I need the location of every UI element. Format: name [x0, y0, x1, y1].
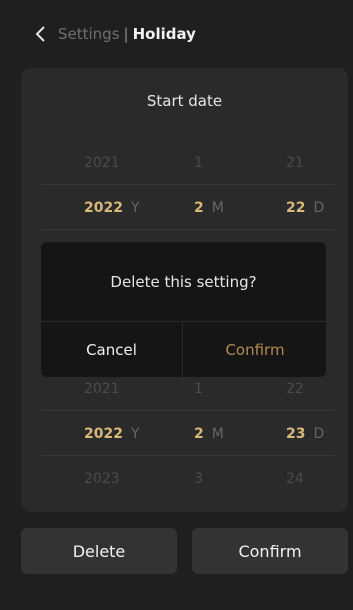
end-year-value: 2022 [84, 426, 123, 442]
confirm-button[interactable]: Confirm [192, 528, 348, 574]
dialog-message: Delete this setting? [41, 242, 326, 322]
start-day-selected: 22 D [286, 185, 324, 231]
end-next-year: 2023 [84, 471, 120, 487]
end-month-value: 2 [194, 426, 204, 442]
start-date-title: Start date [146, 92, 223, 110]
start-month-unit: M [211, 200, 224, 216]
end-day-unit: D [313, 426, 325, 442]
start-prev-year: 2021 [84, 155, 120, 171]
end-next-month: 3 [194, 471, 203, 487]
end-day-value: 23 [286, 426, 306, 442]
end-year-selected: 2022 Y [84, 411, 140, 457]
dialog-confirm-button[interactable]: Confirm [184, 322, 326, 377]
end-month-unit: M [211, 426, 224, 442]
chevron-left-icon[interactable] [34, 25, 48, 43]
end-next-day: 24 [286, 471, 304, 487]
start-row-selected[interactable]: 2022 Y 2M 22 D [42, 184, 334, 230]
start-year-selected: 2022 Y [84, 185, 140, 231]
header-bar: Settings | Holiday [0, 0, 353, 68]
start-row-prev[interactable]: 2021 1 21 [42, 140, 334, 186]
start-prev-month: 1 [194, 155, 203, 171]
dialog-cancel-button[interactable]: Cancel [41, 322, 183, 377]
end-row-next[interactable]: 2023 3 24 [42, 456, 334, 502]
delete-button[interactable]: Delete [21, 528, 177, 574]
page-title: Holiday [132, 25, 196, 43]
end-row-selected[interactable]: 2022 Y 2M 23 D [42, 410, 334, 456]
start-year-unit: Y [130, 200, 140, 216]
breadcrumb-settings[interactable]: Settings [58, 25, 120, 43]
start-prev-day: 21 [286, 155, 304, 171]
delete-confirm-dialog: Delete this setting? Cancel Confirm [41, 242, 326, 377]
start-month-value: 2 [194, 200, 204, 216]
breadcrumb-separator: | [123, 25, 129, 43]
end-year-unit: Y [130, 426, 140, 442]
start-day-unit: D [313, 200, 325, 216]
start-month-selected: 2M [194, 185, 224, 231]
end-month-selected: 2M [194, 411, 224, 457]
start-day-value: 22 [286, 200, 306, 216]
start-year-value: 2022 [84, 200, 123, 216]
end-day-selected: 23 D [286, 411, 324, 457]
